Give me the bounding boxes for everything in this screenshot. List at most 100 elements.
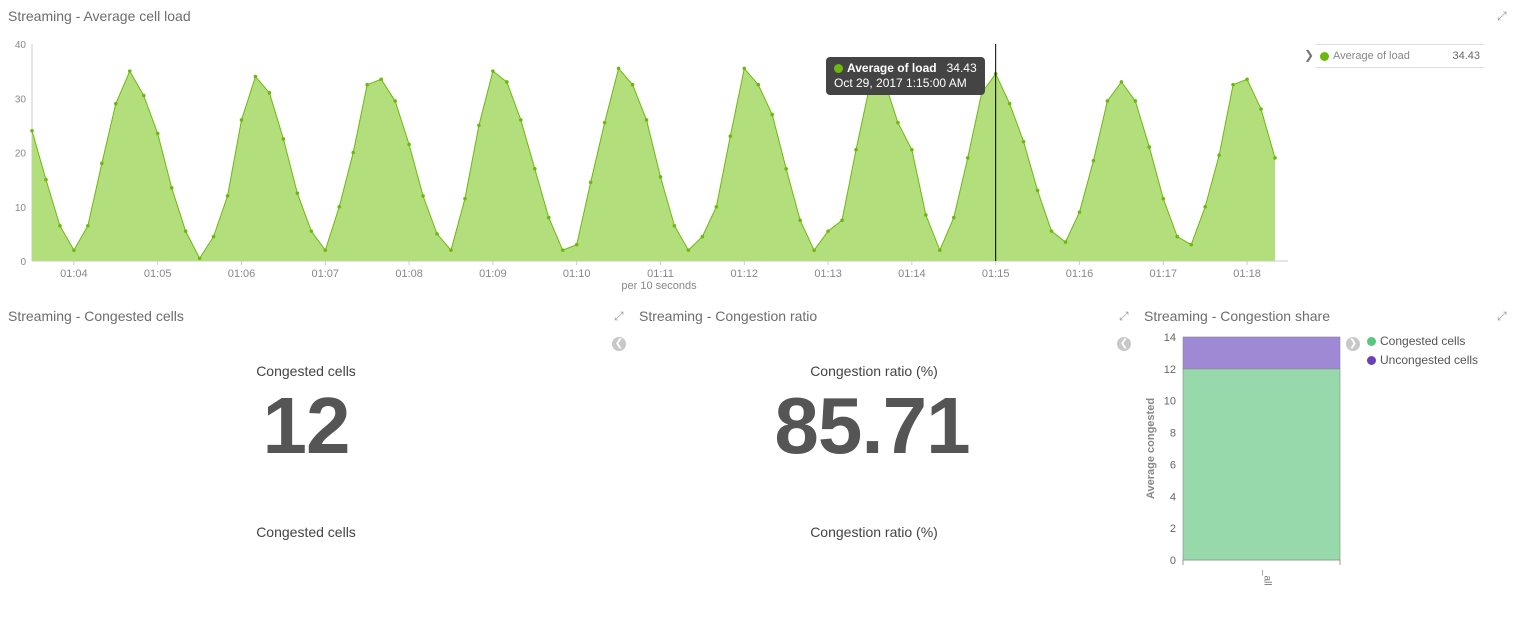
tooltip-series-name: Average of load bbox=[847, 61, 937, 75]
data-point bbox=[644, 118, 649, 122]
expand-icon[interactable]: ⤢ bbox=[1497, 310, 1509, 322]
data-point bbox=[798, 218, 802, 223]
data-point bbox=[421, 194, 425, 198]
x-tick-label: 01:16 bbox=[1066, 268, 1094, 280]
data-point bbox=[1049, 229, 1054, 233]
x-tick-label: 01:18 bbox=[1233, 268, 1261, 280]
chevron-right-icon[interactable]: ❯ bbox=[1346, 337, 1360, 351]
data-point bbox=[337, 204, 342, 209]
data-point bbox=[728, 134, 733, 139]
data-point bbox=[1105, 99, 1110, 103]
data-point bbox=[672, 223, 677, 228]
x-tick-label: 01:04 bbox=[60, 268, 88, 280]
panel-title-congested-cells: Streaming - Congested cells bbox=[8, 308, 184, 324]
legend-toggle-chevron-icon[interactable]: ❯ bbox=[1304, 48, 1314, 62]
data-point bbox=[491, 69, 495, 73]
data-point bbox=[784, 166, 788, 171]
data-point bbox=[30, 129, 34, 133]
x-axis-label: per 10 seconds bbox=[621, 280, 697, 292]
data-point bbox=[1231, 82, 1235, 87]
panel-title-congestion-ratio: Streaming - Congestion ratio bbox=[639, 308, 818, 324]
data-point bbox=[532, 166, 537, 171]
metric-label-top: Congestion ratio (%) bbox=[810, 363, 938, 379]
data-point bbox=[854, 147, 858, 152]
data-point bbox=[812, 248, 816, 252]
data-point bbox=[1161, 196, 1166, 201]
y-tick-label: 0 bbox=[1170, 555, 1176, 567]
data-point bbox=[44, 177, 48, 182]
data-point bbox=[560, 248, 565, 252]
data-point bbox=[267, 91, 272, 95]
data-point bbox=[714, 204, 719, 209]
x-tick-label: 01:06 bbox=[228, 268, 256, 280]
data-point bbox=[239, 118, 244, 122]
data-point bbox=[1133, 99, 1138, 103]
data-point bbox=[1259, 107, 1263, 111]
x-tick-label: 01:13 bbox=[814, 268, 842, 280]
legend-label: Uncongested cells bbox=[1380, 353, 1479, 367]
congestion-share-chart[interactable]: 0 2 4 6 8 10 12 14 Average congested _all bbox=[1140, 330, 1345, 590]
data-point bbox=[1273, 156, 1277, 160]
legend-label: Congested cells bbox=[1380, 334, 1466, 348]
x-tick-label: 01:17 bbox=[1150, 268, 1178, 280]
y-axis-label: Average congested bbox=[1145, 398, 1157, 499]
data-point bbox=[742, 66, 747, 71]
x-tick-label: 01:10 bbox=[563, 268, 591, 280]
legend-item-congested-cells[interactable]: Congested cells bbox=[1367, 334, 1465, 348]
data-point bbox=[965, 156, 970, 160]
legend-dot bbox=[1367, 356, 1376, 366]
y-tick-label: 10 bbox=[1164, 396, 1176, 408]
data-point bbox=[477, 123, 481, 128]
data-point bbox=[449, 248, 453, 252]
y-tick-label: 0 bbox=[20, 257, 26, 268]
data-point bbox=[756, 82, 761, 87]
data-point bbox=[309, 229, 314, 233]
y-tick-label: 20 bbox=[15, 149, 27, 160]
metric-value-congestion-ratio: 85.71 bbox=[774, 381, 970, 470]
area-fill bbox=[32, 68, 1275, 261]
x-tick-label: 01:11 bbox=[647, 268, 674, 280]
data-point bbox=[281, 137, 286, 141]
data-point bbox=[127, 69, 132, 73]
tooltip-series-dot bbox=[834, 64, 843, 74]
data-point bbox=[700, 234, 705, 239]
expand-icon[interactable]: ⤢ bbox=[614, 310, 626, 322]
expand-icon[interactable]: ⤢ bbox=[1497, 10, 1509, 22]
chevron-left-icon[interactable]: ❮ bbox=[612, 337, 626, 351]
data-point bbox=[840, 218, 844, 223]
data-point bbox=[1077, 210, 1082, 214]
data-point bbox=[253, 74, 258, 79]
expand-icon[interactable]: ⤢ bbox=[1119, 310, 1131, 322]
y-tick-label: 30 bbox=[15, 94, 27, 105]
data-point bbox=[770, 112, 775, 117]
data-point bbox=[1217, 153, 1221, 158]
y-tick-label: 14 bbox=[1164, 332, 1176, 344]
x-tick-label: 01:07 bbox=[312, 268, 340, 280]
legend-label: Average of load bbox=[1333, 50, 1410, 62]
x-tick-label: 01:05 bbox=[144, 268, 172, 280]
y-tick-label: 6 bbox=[1170, 459, 1176, 471]
data-point bbox=[183, 229, 188, 233]
chart-legend: ❯ Average of load 34.43 bbox=[1300, 44, 1486, 68]
panel-title-congestion-share: Streaming - Congestion share bbox=[1144, 308, 1330, 324]
bar-congested-cells bbox=[1182, 368, 1341, 561]
data-point bbox=[896, 120, 900, 125]
data-point bbox=[1147, 145, 1152, 149]
data-point bbox=[365, 82, 369, 87]
data-point bbox=[86, 223, 90, 228]
legend-item-uncongested-cells[interactable]: Uncongested cells bbox=[1367, 353, 1478, 367]
data-point bbox=[155, 131, 160, 136]
chart-tooltip: Average of load 34.43 Oct 29, 2017 1:15:… bbox=[826, 57, 985, 95]
data-point bbox=[924, 213, 928, 217]
data-point bbox=[1119, 80, 1124, 84]
data-point bbox=[1245, 77, 1249, 82]
metric-label-bottom: Congestion ratio (%) bbox=[810, 524, 938, 540]
data-point bbox=[141, 93, 146, 98]
average-load-chart[interactable]: 0 10 20 30 40 01:04 01:05 01:06 01:07 01:08 01:09 0… bbox=[0, 34, 1300, 296]
chevron-left-icon[interactable]: ❮ bbox=[1117, 337, 1131, 351]
metric-value-congested-cells: 12 bbox=[262, 381, 351, 470]
y-tick-label: 10 bbox=[15, 203, 27, 214]
legend-item-average-of-load[interactable]: Average of load 34.43 bbox=[1316, 44, 1484, 68]
y-tick-label: 2 bbox=[1170, 523, 1176, 535]
data-point bbox=[197, 256, 202, 261]
